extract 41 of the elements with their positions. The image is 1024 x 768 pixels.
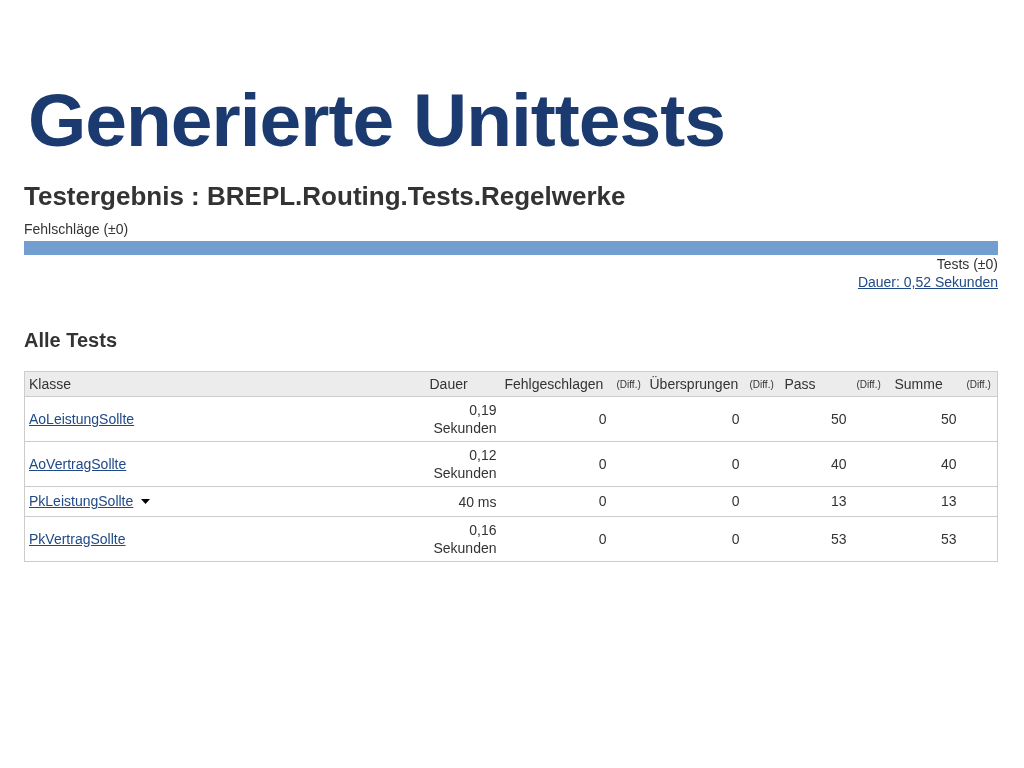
column-header[interactable]: (Diff.) bbox=[745, 371, 781, 397]
class-link[interactable]: AoLeistungSollte bbox=[29, 408, 135, 430]
count-cell: 13 bbox=[940, 493, 957, 509]
count-cell: 53 bbox=[830, 530, 847, 547]
column-header[interactable]: Pass bbox=[780, 371, 853, 397]
count-cell: 40 bbox=[940, 455, 957, 472]
column-header[interactable]: (Diff.) bbox=[612, 371, 646, 397]
class-link[interactable]: AoVertragSollte bbox=[29, 453, 127, 475]
count-cell: 0 bbox=[598, 530, 607, 547]
count-cell: 0 bbox=[731, 410, 740, 427]
column-header[interactable]: Klasse bbox=[24, 371, 426, 397]
count-cell: 40 bbox=[830, 455, 847, 472]
count-cell: 0 bbox=[731, 493, 740, 509]
column-header[interactable]: Summe bbox=[890, 371, 963, 397]
count-cell: 50 bbox=[830, 410, 847, 427]
count-cell: 13 bbox=[830, 493, 847, 509]
class-link[interactable]: PkVertragSollte bbox=[29, 528, 126, 550]
count-cell: 0 bbox=[731, 455, 740, 472]
duration-cell-text: 40 ms bbox=[457, 492, 497, 511]
failures-label: Fehlschläge (±0) bbox=[24, 220, 129, 238]
count-cell: 53 bbox=[940, 530, 957, 547]
page-heading: Testergebnis : BREPL.Routing.Tests.Regelwerke bbox=[24, 180, 627, 212]
column-header[interactable]: (Diff.) bbox=[962, 371, 998, 397]
column-header[interactable]: Fehlgeschlagen bbox=[500, 371, 613, 397]
slide-title: Generierte Unittests bbox=[28, 78, 725, 162]
column-header[interactable]: Übersprungen bbox=[645, 371, 746, 397]
count-cell: 0 bbox=[731, 530, 740, 547]
count-cell: 50 bbox=[940, 410, 957, 427]
duration-cell-text: 0,12 Sekunden bbox=[432, 446, 497, 482]
tests-label: Tests (±0) bbox=[936, 255, 998, 273]
section-title: Alle Tests bbox=[24, 328, 117, 353]
count-cell: 0 bbox=[598, 455, 607, 472]
dropdown-caret-icon[interactable] bbox=[141, 499, 151, 504]
column-header[interactable]: (Diff.) bbox=[852, 371, 891, 397]
count-cell: 0 bbox=[598, 493, 607, 509]
duration-link[interactable]: Dauer: 0,52 Sekunden bbox=[857, 273, 998, 291]
duration-cell-text: 0,16 Sekunden bbox=[432, 521, 497, 557]
column-header[interactable]: Dauer bbox=[425, 371, 501, 397]
class-link[interactable]: PkLeistungSollte bbox=[29, 491, 134, 512]
count-cell: 0 bbox=[598, 410, 607, 427]
duration-cell-text: 0,19 Sekunden bbox=[432, 401, 497, 437]
